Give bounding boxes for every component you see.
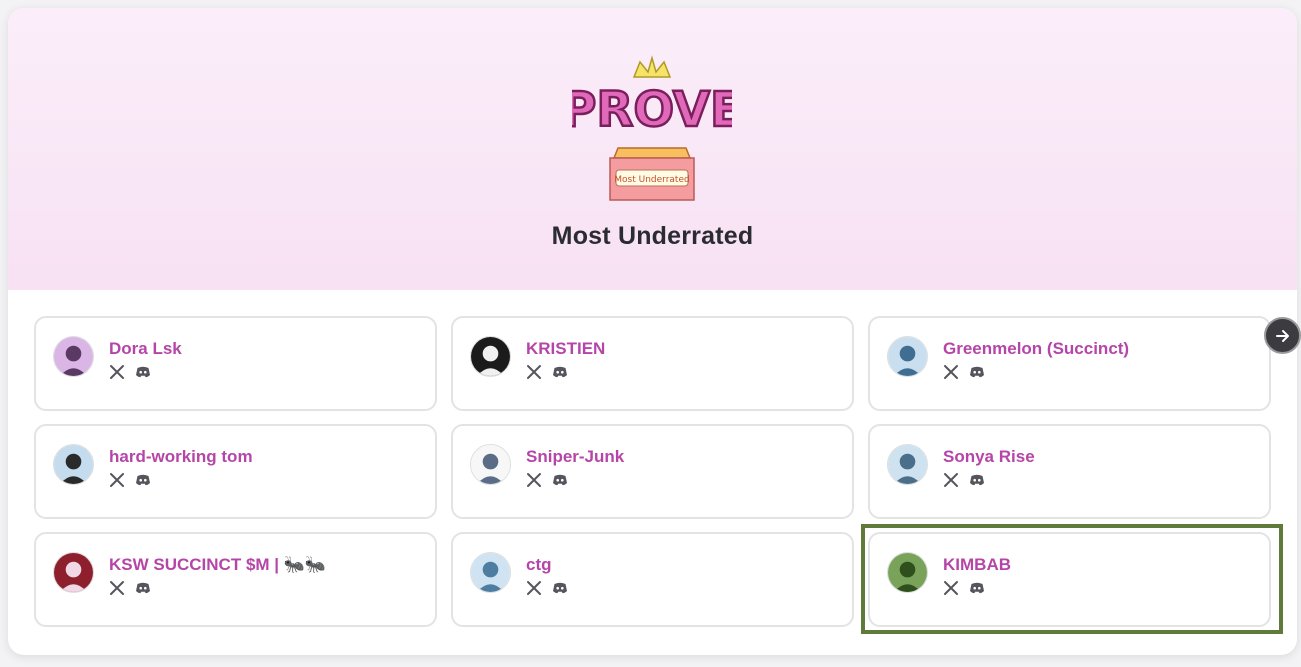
arrow-right-icon	[1275, 329, 1289, 342]
x-twitter-icon[interactable]	[109, 472, 125, 488]
discord-icon[interactable]	[552, 472, 568, 488]
discord-icon[interactable]	[969, 580, 985, 596]
x-twitter-icon[interactable]	[109, 580, 125, 596]
discord-icon[interactable]	[969, 472, 985, 488]
avatar	[887, 552, 928, 593]
member-name[interactable]: KRISTIEN	[526, 339, 605, 359]
avatar	[887, 444, 928, 485]
svg-text:Most Underrated: Most Underrated	[614, 175, 689, 185]
member-card[interactable]: Greenmelon (Succinct)	[868, 316, 1271, 411]
avatar	[53, 336, 94, 377]
next-button[interactable]	[1264, 317, 1301, 354]
x-twitter-icon[interactable]	[526, 580, 542, 596]
x-twitter-icon[interactable]	[943, 580, 959, 596]
member-card[interactable]: Sonya Rise	[868, 424, 1271, 519]
discord-icon[interactable]	[135, 580, 151, 596]
discord-icon[interactable]	[969, 364, 985, 380]
member-card[interactable]: KIMBAB	[868, 532, 1271, 627]
x-twitter-icon[interactable]	[943, 472, 959, 488]
member-grid: Dora Lsk KRISTIEN Greenmelon (Succinct) har…	[34, 316, 1272, 628]
hero-banner: PROVE Most Underrated Most Underrated	[8, 8, 1297, 290]
member-name[interactable]: ctg	[526, 555, 552, 575]
avatar	[470, 336, 511, 377]
member-name[interactable]: Dora Lsk	[109, 339, 182, 359]
member-card[interactable]: KSW SUCCINCT $M | 🐜🐜	[34, 532, 437, 627]
x-twitter-icon[interactable]	[526, 472, 542, 488]
member-name[interactable]: Sniper-Junk	[526, 447, 624, 467]
avatar	[887, 336, 928, 377]
most-underrated-panel: PROVE Most Underrated Most Underrated Do…	[8, 8, 1297, 655]
page-title: Most Underrated	[551, 222, 754, 250]
member-card[interactable]: ctg	[451, 532, 854, 627]
svg-text:PROVE: PROVE	[572, 82, 732, 138]
member-name[interactable]: Greenmelon (Succinct)	[943, 339, 1129, 359]
prove-logo: PROVE Most Underrated	[572, 55, 732, 201]
discord-icon[interactable]	[135, 364, 151, 380]
avatar	[53, 552, 94, 593]
member-name[interactable]: KSW SUCCINCT $M | 🐜🐜	[109, 555, 326, 575]
x-twitter-icon[interactable]	[526, 364, 542, 380]
member-card[interactable]: hard-working tom	[34, 424, 437, 519]
member-name[interactable]: hard-working tom	[109, 447, 253, 467]
member-card[interactable]: Sniper-Junk	[451, 424, 854, 519]
member-name[interactable]: KIMBAB	[943, 555, 1011, 575]
member-name[interactable]: Sonya Rise	[943, 447, 1035, 467]
discord-icon[interactable]	[135, 472, 151, 488]
avatar	[470, 444, 511, 485]
x-twitter-icon[interactable]	[109, 364, 125, 380]
discord-icon[interactable]	[552, 580, 568, 596]
x-twitter-icon[interactable]	[943, 364, 959, 380]
discord-icon[interactable]	[552, 364, 568, 380]
member-card[interactable]: Dora Lsk	[34, 316, 437, 411]
member-card[interactable]: KRISTIEN	[451, 316, 854, 411]
avatar	[53, 444, 94, 485]
avatar	[470, 552, 511, 593]
